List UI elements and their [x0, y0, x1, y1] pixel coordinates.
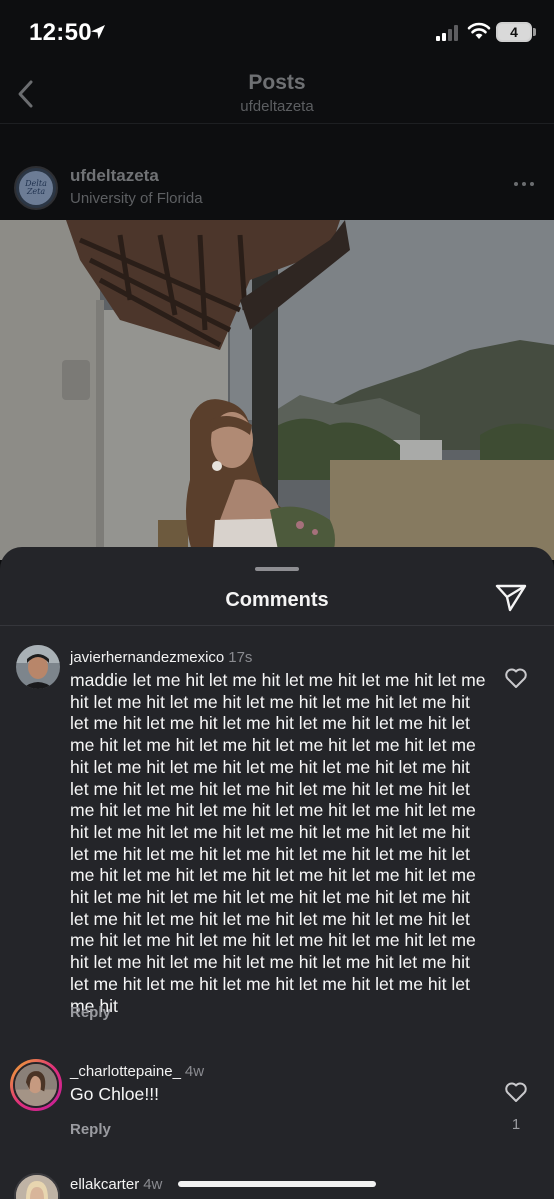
status-time: 12:50	[29, 19, 92, 46]
battery-level: 4	[510, 24, 518, 40]
battery-icon: 4	[496, 22, 532, 42]
commenter-avatar[interactable]	[14, 1173, 60, 1199]
post-photo-graphic	[0, 220, 554, 560]
comment-user-line: javierhernandezmexico 17s	[70, 649, 252, 666]
comment-timestamp: 4w	[143, 1176, 163, 1193]
sheet-divider	[0, 625, 554, 626]
comment-timestamp: 4w	[184, 1063, 205, 1080]
comment-username[interactable]: ellakcarter	[70, 1176, 139, 1193]
comment-username[interactable]: javierhernandezmexico	[70, 649, 224, 666]
top-nav-bar: Posts ufdeltazeta	[0, 66, 554, 124]
status-bar: 12:50 4	[0, 0, 554, 66]
comment-text: maddie let me hit let me hit let me hit …	[70, 670, 486, 1016]
commenter-avatar-story-ring[interactable]	[10, 1059, 62, 1111]
post-header: Delta Zeta ufdeltazeta University of Flo…	[0, 150, 554, 220]
reply-button[interactable]: Reply	[70, 1004, 111, 1021]
comments-title: Comments	[225, 589, 329, 611]
dot	[514, 182, 518, 186]
dot	[522, 182, 526, 186]
comments-sheet: Comments javierhernandezmexico 17s maddie…	[0, 547, 554, 1199]
comment-user-line: ellakcarter 4w	[70, 1176, 162, 1193]
page-subtitle: ufdeltazeta	[240, 98, 314, 115]
commenter-avatar[interactable]	[16, 645, 60, 689]
comment-text: Go Chloe!!!	[70, 1084, 159, 1104]
reply-button[interactable]: Reply	[70, 1121, 111, 1138]
avatar-photo	[13, 1062, 59, 1108]
wifi-icon	[467, 22, 491, 39]
sheet-drag-handle[interactable]	[255, 567, 299, 571]
battery-cap	[533, 28, 536, 36]
post-photo[interactable]	[0, 220, 554, 560]
cellular-signal-icon	[436, 25, 458, 41]
comment-user-line: _charlottepaine_ 4w	[70, 1063, 204, 1080]
like-count: 1	[511, 1116, 521, 1133]
like-heart-icon[interactable]	[504, 1081, 528, 1103]
avatar-photo	[16, 645, 60, 689]
dot	[530, 182, 534, 186]
comment-username[interactable]: _charlottepaine_	[70, 1063, 181, 1080]
comment-timestamp: 17s	[228, 649, 253, 666]
post-location[interactable]: University of Florida	[70, 190, 203, 207]
share-send-icon[interactable]	[494, 583, 528, 613]
post-username[interactable]: ufdeltazeta	[70, 166, 159, 186]
like-heart-icon[interactable]	[504, 667, 528, 689]
avatar-photo	[16, 1175, 58, 1199]
screen: 12:50 4 Posts ufdeltazeta Delta Zeta ufd…	[0, 0, 554, 1199]
avatar-logo: Delta Zeta	[19, 171, 53, 205]
page-title: Posts	[248, 71, 306, 94]
avatar-logo-text: Delta Zeta	[25, 179, 47, 196]
home-indicator[interactable]	[178, 1181, 376, 1187]
post-author-avatar[interactable]: Delta Zeta	[14, 166, 58, 210]
more-options-icon[interactable]	[512, 180, 536, 188]
location-arrow-icon	[91, 25, 105, 39]
